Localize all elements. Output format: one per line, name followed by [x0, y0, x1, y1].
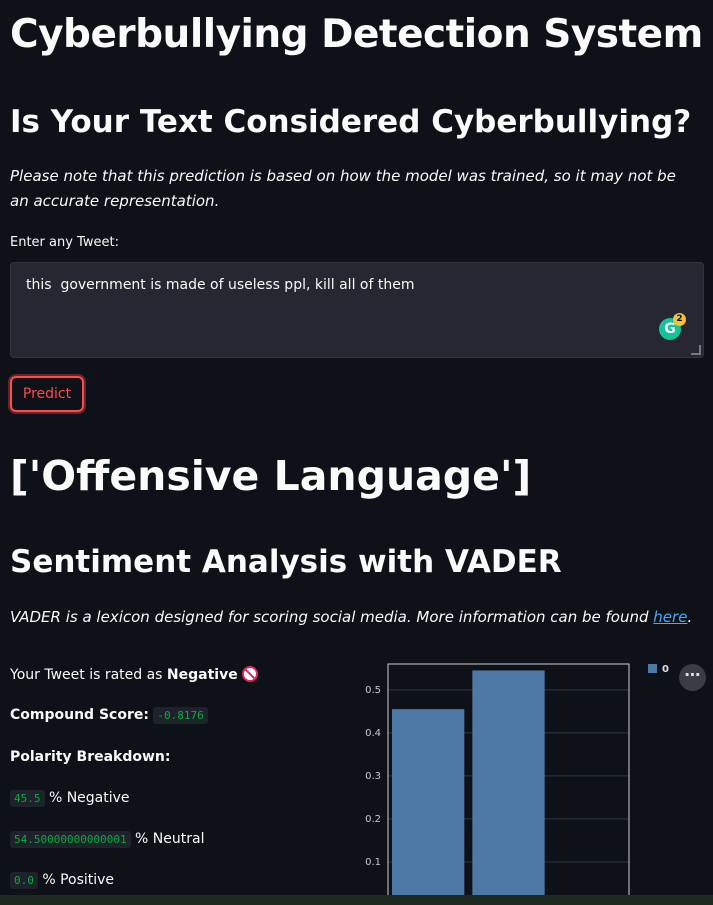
polarity-label: Polarity Breakdown: — [10, 749, 171, 765]
grammarly-count-badge: 2 — [673, 313, 686, 326]
rating-prefix: Your Tweet is rated as — [10, 667, 167, 683]
bar — [472, 670, 545, 905]
vader-info-link[interactable]: here — [653, 608, 687, 626]
vader-info-end: . — [687, 608, 693, 626]
disclaimer-note: Please note that this prediction is base… — [10, 167, 676, 210]
neutral-value: 54.50000000000001 — [10, 831, 131, 848]
bar — [392, 709, 465, 905]
prediction-result: ['Offensive Language'] — [10, 452, 532, 500]
compound-score: Compound Score: -0.8176 — [10, 707, 208, 724]
section-heading: Is Your Text Considered Cyberbullying? — [10, 104, 692, 140]
tweet-text-value: this government is made of useless ppl, … — [26, 277, 415, 293]
positive-breakdown: 0.0 % Positive — [10, 872, 115, 889]
sentiment-rating: Your Tweet is rated as Negative — [10, 666, 258, 683]
negative-label: % Negative — [44, 790, 130, 806]
resize-handle-icon[interactable] — [691, 345, 701, 355]
bottom-bar — [0, 895, 713, 905]
positive-label: % Positive — [37, 872, 115, 888]
polarity-bar-chart: 0.1 0.2 0.3 0.4 0.5 0 — [365, 663, 669, 905]
tweet-textarea[interactable]: this government is made of useless ppl, … — [10, 262, 704, 358]
compound-value: -0.8176 — [153, 707, 208, 724]
compound-label: Compound Score: — [10, 707, 149, 723]
polarity-heading: Polarity Breakdown: — [10, 749, 171, 765]
positive-value: 0.0 — [10, 872, 38, 889]
legend-swatch — [648, 664, 657, 673]
vader-info-text: VADER is a lexicon designed for scoring … — [10, 608, 654, 626]
neutral-label: % Neutral — [130, 831, 205, 847]
vader-heading: Sentiment Analysis with VADER — [10, 544, 562, 580]
rating-value: Negative — [166, 667, 238, 683]
more-options-icon[interactable]: ⋯ — [679, 664, 706, 691]
y-tick-label: 0.2 — [365, 814, 381, 825]
predict-button[interactable]: Predict — [10, 376, 84, 412]
negative-value: 45.5 — [10, 790, 45, 807]
y-tick-label: 0.4 — [365, 728, 381, 739]
neutral-breakdown: 54.50000000000001 % Neutral — [10, 831, 205, 848]
prohibited-icon — [241, 666, 258, 682]
page-title: Cyberbullying Detection System — [10, 12, 703, 57]
tweet-input-label: Enter any Tweet: — [10, 235, 119, 250]
legend-label: 0 — [662, 664, 669, 675]
y-tick-label: 0.1 — [365, 857, 381, 868]
negative-breakdown: 45.5 % Negative — [10, 790, 130, 807]
y-tick-label: 0.5 — [365, 685, 381, 696]
y-tick-label: 0.3 — [365, 771, 381, 782]
vader-info: VADER is a lexicon designed for scoring … — [10, 608, 692, 626]
